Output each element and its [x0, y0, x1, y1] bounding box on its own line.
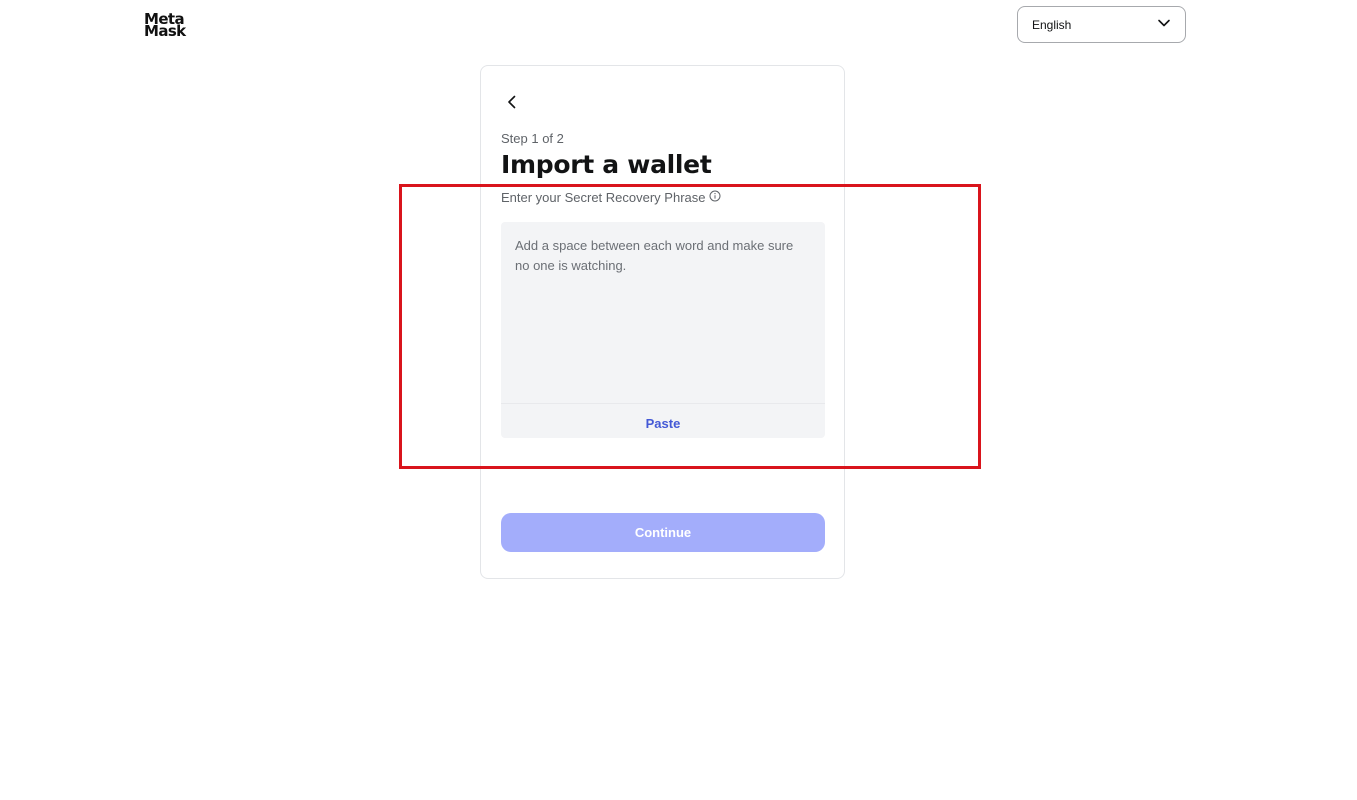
language-select-value: English	[1032, 17, 1072, 32]
chevron-left-icon	[505, 95, 519, 114]
metamask-logo[interactable]: Meta Mask	[144, 12, 196, 40]
chevron-down-icon	[1157, 16, 1171, 33]
paste-bar: Paste	[501, 403, 825, 438]
srp-label: Enter your Secret Recovery Phrase	[501, 190, 706, 205]
srp-label-row: Enter your Secret Recovery Phrase	[501, 190, 721, 205]
info-icon[interactable]	[709, 190, 721, 205]
import-wallet-card: Step 1 of 2 Import a wallet Enter your S…	[480, 65, 845, 579]
continue-button[interactable]: Continue	[501, 513, 825, 552]
page-title: Import a wallet	[501, 150, 712, 179]
srp-input-container: Paste	[501, 222, 825, 438]
back-button[interactable]	[503, 93, 521, 115]
logo-line-2: Mask	[144, 22, 186, 40]
language-select[interactable]: English	[1017, 6, 1186, 43]
srp-textarea[interactable]	[501, 222, 825, 398]
step-indicator: Step 1 of 2	[501, 131, 564, 146]
paste-button[interactable]: Paste	[646, 416, 681, 431]
